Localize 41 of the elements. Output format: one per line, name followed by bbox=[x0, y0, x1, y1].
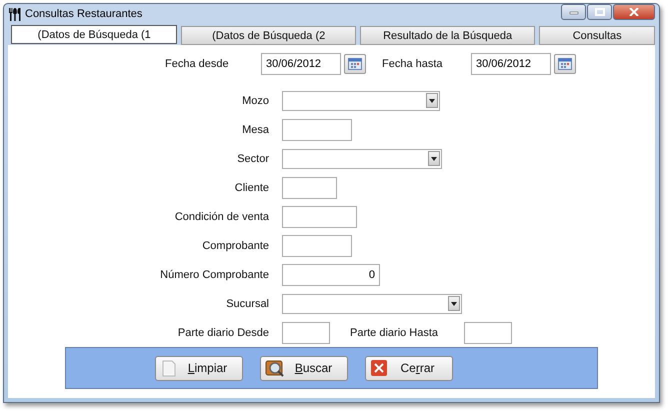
field-label: Mesa bbox=[241, 124, 269, 136]
date-field[interactable]: 30/06/2012 bbox=[261, 53, 341, 75]
input-field[interactable] bbox=[282, 206, 357, 228]
close-icon bbox=[629, 8, 639, 16]
minimize-button[interactable] bbox=[561, 4, 586, 20]
field-label: Parte diario Hasta bbox=[350, 326, 438, 338]
field-label: Sector bbox=[236, 152, 269, 164]
input-field[interactable] bbox=[282, 234, 352, 256]
calendar-button[interactable] bbox=[344, 54, 366, 74]
field-label: Número Comprobante bbox=[159, 268, 269, 280]
field-label: Sucursal bbox=[225, 298, 269, 310]
calendar-button[interactable] bbox=[554, 54, 576, 74]
tab[interactable]: Resultado de la Búsqueda bbox=[360, 26, 536, 45]
field-label: Parte diario Desde bbox=[176, 326, 269, 338]
cutlery-icon bbox=[8, 8, 22, 20]
number-field[interactable]: 0 bbox=[282, 264, 380, 286]
field-label: Mozo bbox=[241, 94, 269, 106]
tab[interactable]: Consultas bbox=[539, 26, 655, 45]
tab[interactable]: (Datos de Búsqueda (1 bbox=[11, 25, 178, 44]
maximize-icon bbox=[594, 8, 604, 16]
input-field[interactable] bbox=[282, 322, 330, 344]
close-icon bbox=[370, 359, 388, 377]
magnifier-icon bbox=[264, 359, 284, 377]
date-field[interactable]: 30/06/2012 bbox=[471, 53, 551, 75]
input-field[interactable] bbox=[282, 176, 337, 198]
search-button[interactable]: Buscar bbox=[260, 356, 348, 380]
field-label: Condición de venta bbox=[174, 210, 269, 222]
close-button[interactable] bbox=[613, 4, 655, 20]
page-icon bbox=[160, 359, 178, 377]
input-field[interactable] bbox=[282, 118, 352, 140]
input-field[interactable] bbox=[464, 322, 512, 344]
field-label: Comprobante bbox=[201, 240, 269, 252]
window-title: Consultas Restaurantes bbox=[25, 8, 142, 20]
maximize-button[interactable] bbox=[587, 4, 612, 20]
tab[interactable]: (Datos de Búsqueda (2 bbox=[181, 26, 356, 45]
field-label: Fecha desde bbox=[165, 58, 230, 70]
field-label: Fecha hasta bbox=[382, 58, 444, 70]
clear-button[interactable]: Limpiar bbox=[154, 356, 242, 380]
close-form-button[interactable]: Cerrar bbox=[364, 356, 452, 380]
minimize-icon bbox=[568, 9, 578, 15]
field-label: Cliente bbox=[234, 182, 269, 194]
